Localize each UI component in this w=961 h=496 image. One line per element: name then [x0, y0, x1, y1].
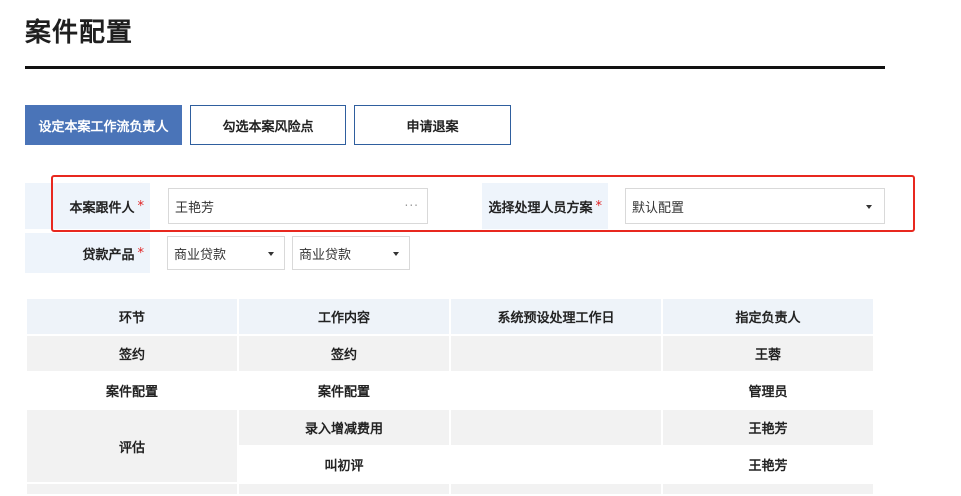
column-header: 环节	[25, 297, 239, 336]
tab-select-risk-points[interactable]: 勾选本案风险点	[190, 105, 346, 145]
column-header: 系统预设处理工作日	[449, 297, 663, 336]
highlight-box	[51, 175, 915, 232]
stage-cell: 案件配置	[25, 371, 239, 410]
product-select-2[interactable]: 商业贷款	[292, 236, 410, 270]
table-row: 案件配置 案件配置 管理员	[25, 371, 875, 410]
table-row	[25, 482, 875, 496]
owner-cell[interactable]: 管理员	[661, 371, 875, 410]
product-value-2: 商业贷款	[299, 247, 352, 263]
column-header: 指定负责人	[661, 297, 875, 336]
owner-cell[interactable]: 王艳芳	[661, 408, 875, 447]
required-mark: *	[137, 245, 145, 261]
content-cell: 案件配置	[237, 371, 451, 410]
table-row: 签约 签约 王蓉	[25, 334, 875, 373]
days-cell	[449, 445, 663, 484]
table-cell	[25, 482, 239, 496]
product-value-1: 商业贷款	[174, 247, 227, 263]
owner-cell[interactable]: 王艳芳	[661, 445, 875, 484]
content-cell: 签约	[237, 334, 451, 373]
tab-set-workflow-owner[interactable]: 设定本案工作流负责人	[25, 105, 182, 145]
product-label-text: 贷款产品	[82, 247, 135, 263]
days-cell	[449, 371, 663, 410]
column-header: 工作内容	[237, 297, 451, 336]
days-cell	[449, 334, 663, 373]
stage-cell: 签约	[25, 334, 239, 373]
chevron-down-icon	[393, 252, 399, 256]
chevron-down-icon	[268, 252, 274, 256]
content-cell: 录入增减费用	[237, 408, 451, 447]
stage-cell: 评估	[25, 408, 239, 484]
product-select-1[interactable]: 商业贷款	[167, 236, 285, 270]
table-header-row: 环节 工作内容 系统预设处理工作日 指定负责人	[25, 297, 875, 336]
table-cell	[449, 482, 663, 496]
days-cell	[449, 408, 663, 447]
tab-apply-withdraw[interactable]: 申请退案	[354, 105, 511, 145]
workflow-table: 环节 工作内容 系统预设处理工作日 指定负责人 签约 签约 王蓉 案件配置 案件…	[25, 297, 875, 496]
table-row: 评估 录入增减费用 王艳芳	[25, 408, 875, 484]
table-cell	[661, 482, 875, 496]
product-label: 贷款产品 *	[25, 233, 150, 273]
page-title: 案件配置	[25, 18, 134, 48]
owner-cell[interactable]: 王蓉	[661, 334, 875, 373]
table-cell	[237, 482, 451, 496]
title-divider	[25, 66, 885, 69]
content-cell: 叫初评	[237, 445, 451, 484]
action-tabs: 设定本案工作流负责人 勾选本案风险点 申请退案	[25, 105, 511, 145]
